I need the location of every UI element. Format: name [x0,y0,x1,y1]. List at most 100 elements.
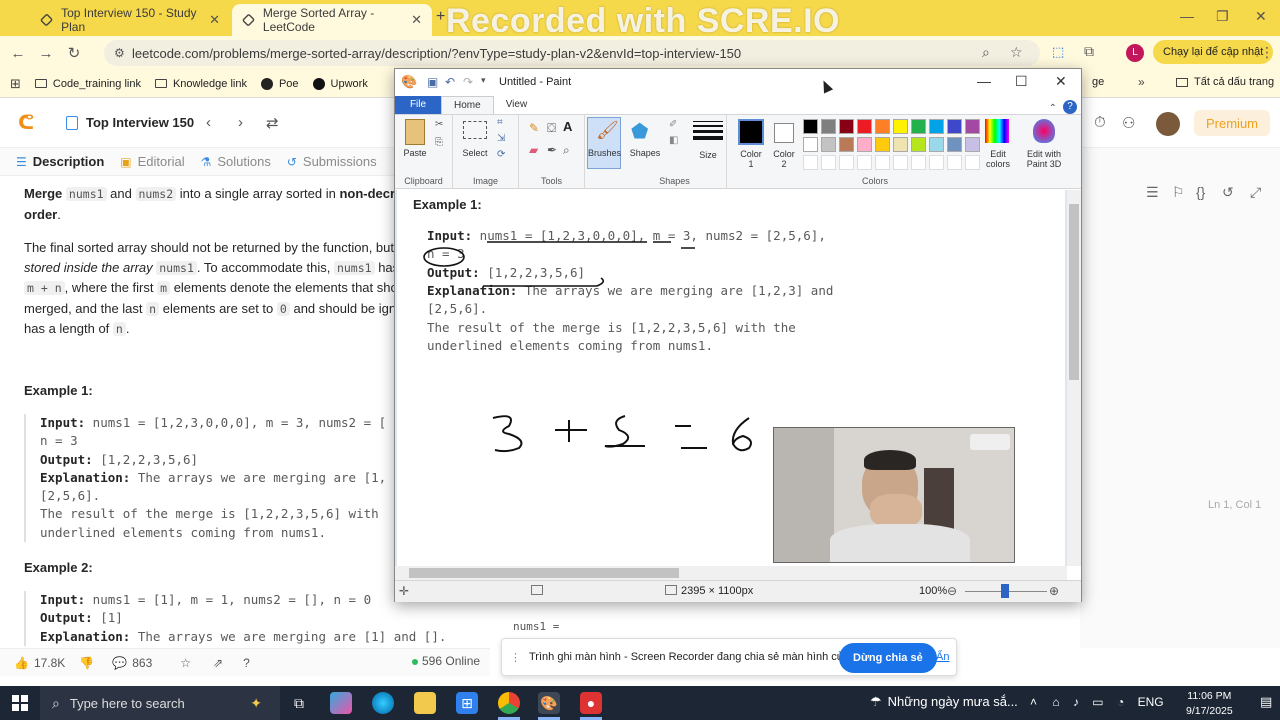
select-button[interactable]: Select [457,148,493,158]
palette-color-swatch[interactable] [911,137,926,152]
forward-icon[interactable]: → [32,45,60,62]
zoom-slider-thumb[interactable] [1001,584,1009,598]
palette-color-swatch[interactable] [803,137,818,152]
help-icon[interactable]: ? [1063,100,1077,114]
next-problem-icon[interactable]: › [238,114,243,131]
fill-shape-icon[interactable]: ◧ [669,135,678,146]
timer-icon[interactable]: ⏱ [1094,114,1106,131]
palette-color-swatch[interactable] [929,137,944,152]
star-icon[interactable]: ☆ [1010,44,1023,61]
volume-icon[interactable]: ♪ [1073,695,1079,709]
shapes-button[interactable]: Shapes [625,148,665,158]
palette-empty-swatch[interactable] [893,155,908,170]
tab-file[interactable]: File [395,96,441,114]
edit-with-paint-3d-button[interactable]: Edit with Paint 3D [1021,149,1067,169]
palette-color-swatch[interactable] [965,119,980,134]
study-plan-link[interactable]: Top Interview 150 [66,115,194,130]
chrome-icon[interactable] [498,692,520,714]
palette-color-swatch[interactable] [911,119,926,134]
copy-icon[interactable]: ⎘ [435,137,443,148]
add-user-icon[interactable]: ⚇ [1122,114,1135,132]
color-1-swatch[interactable] [738,119,764,145]
redo-icon[interactable]: ↷ [463,75,473,89]
outline-icon[interactable]: ✐ [669,119,677,130]
site-info-icon[interactable]: ⚙ [114,46,125,60]
tab-home[interactable]: Home [441,96,494,114]
wifi-icon[interactable]: ◔ [1117,695,1124,709]
palette-empty-swatch[interactable] [839,155,854,170]
tab-view[interactable]: View [494,96,540,114]
shuffle-icon[interactable]: ⇄ [266,114,279,132]
tab-solutions[interactable]: ⚗ Solutions [201,154,271,169]
palette-empty-swatch[interactable] [803,155,818,170]
edit-colors-button[interactable]: Edit colors [981,149,1015,169]
color-2-swatch[interactable] [774,123,794,143]
palette-empty-swatch[interactable] [911,155,926,170]
brushes-button[interactable]: 🖌 Brushes [587,117,621,169]
file-explorer-icon[interactable] [414,692,436,714]
menu-icon[interactable]: ⋮ [1260,44,1274,61]
close-icon[interactable]: ✕ [1055,73,1067,90]
canvas-vertical-scrollbar[interactable] [1067,190,1081,566]
reset-icon[interactable]: ↺ [1222,184,1234,201]
palette-color-swatch[interactable] [839,137,854,152]
bookmark-code-training[interactable]: Code_training link [34,78,141,90]
chevron-up-icon[interactable]: ˄ [1030,695,1037,709]
user-avatar[interactable] [1156,112,1180,136]
palette-color-swatch[interactable] [821,119,836,134]
magnifier-icon[interactable]: ⌕ [563,143,570,158]
taskbar-search[interactable]: ⌕ Type here to search ✦ [40,686,280,720]
rotate-icon[interactable]: ⟳ [497,149,505,160]
text-icon[interactable]: A [563,119,572,134]
palette-empty-swatch[interactable] [929,155,944,170]
notifications-icon[interactable]: ▤ [1260,694,1272,710]
palette-color-swatch[interactable] [821,137,836,152]
palette-color-swatch[interactable] [947,119,962,134]
leetcode-logo[interactable]: ᕦ [18,110,34,135]
minimize-icon[interactable]: — [1180,8,1194,24]
translate-icon[interactable]: ⬚ [1052,44,1064,60]
apps-icon[interactable]: ⊞ [10,76,21,92]
palette-color-swatch[interactable] [893,119,908,134]
palette-color-swatch[interactable] [875,137,890,152]
cut-icon[interactable]: ✂ [435,119,443,130]
bookmark-partial[interactable]: ge [1092,76,1104,88]
palette-color-swatch[interactable] [839,119,854,134]
dislike-button[interactable]: 👎 [79,656,94,670]
clock[interactable]: 11:06 PM 9/17/2025 [1186,689,1233,719]
collapse-ribbon-icon[interactable]: ⌃ [1049,103,1057,114]
all-bookmarks[interactable]: Tất cả dấu trang [1176,76,1274,88]
resize-icon[interactable]: ⇲ [497,133,505,144]
hide-link[interactable]: Ẩn [936,651,949,663]
favorite-icon[interactable]: ☆ [180,656,191,670]
format-icon[interactable]: ☰ [1146,184,1159,201]
zoom-icon[interactable]: ⌕ [982,44,990,61]
maximize-icon[interactable]: ❐ [1216,8,1229,25]
paint-canvas[interactable]: Example 1: Input: nums1 = [1,2,3,0,0,0],… [397,190,1065,566]
zoom-out-icon[interactable]: ⊖ [947,584,957,598]
premium-button[interactable]: Premium [1194,110,1271,136]
weather-widget[interactable]: ☂ Những ngày mưa sắ... [870,694,1018,710]
comments-button[interactable]: 💬 863 [112,656,152,670]
recorder-icon[interactable]: ● [580,692,602,714]
save-icon[interactable]: ▣ [427,75,438,89]
paint-taskbar-icon[interactable]: 🎨 [538,692,560,714]
paste-button[interactable]: Paste [399,148,431,158]
palette-color-swatch[interactable] [947,137,962,152]
tab-editorial[interactable]: ▣ Editorial [120,154,184,169]
palette-color-swatch[interactable] [965,137,980,152]
language-indicator[interactable]: ENG [1138,695,1164,709]
customize-icon[interactable]: ▾ [481,75,486,86]
color-1-button[interactable]: Color 1 [735,149,767,169]
tab-submissions[interactable]: ↺ Submissions [287,154,377,169]
palette-empty-swatch[interactable] [875,155,890,170]
bookmark-upwork[interactable]: Upwork [312,77,368,90]
close-tab-icon[interactable]: ✕ [209,12,220,28]
palette-color-swatch[interactable] [857,119,872,134]
battery-icon[interactable]: ▭ [1092,695,1103,709]
undo-icon[interactable]: ↶ [445,75,455,89]
palette-color-swatch[interactable] [893,137,908,152]
task-view-icon[interactable]: ⧉ [288,692,310,714]
palette-color-swatch[interactable] [857,137,872,152]
expand-icon[interactable]: ⤢ [1250,184,1261,201]
